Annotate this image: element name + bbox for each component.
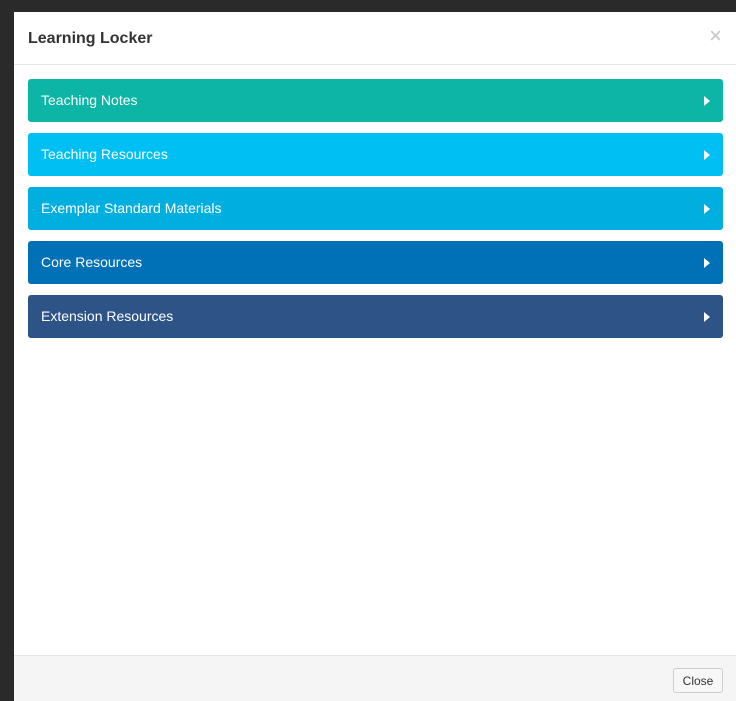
resource-item-teaching-notes[interactable]: Teaching Notes	[28, 79, 723, 122]
modal-header: Learning Locker ×	[14, 14, 736, 65]
resource-item-exemplar-standard-materials[interactable]: Exemplar Standard Materials	[28, 187, 723, 230]
resource-item-extension-resources[interactable]: Extension Resources	[28, 295, 723, 338]
caret-right-icon	[704, 150, 710, 160]
backdrop-top-edge	[0, 0, 736, 12]
modal-footer: Close	[14, 655, 736, 701]
resource-item-core-resources[interactable]: Core Resources	[28, 241, 723, 284]
resource-item-label: Teaching Notes	[41, 92, 138, 108]
modal-body: Teaching Notes Teaching Resources Exempl…	[14, 65, 736, 655]
resource-item-label: Teaching Resources	[41, 146, 168, 162]
backdrop-left-edge	[0, 0, 14, 701]
modal-title: Learning Locker	[28, 30, 153, 47]
caret-right-icon	[704, 204, 710, 214]
caret-right-icon	[704, 312, 710, 322]
close-button[interactable]: Close	[673, 668, 723, 693]
resource-item-label: Extension Resources	[41, 308, 174, 324]
resource-item-label: Core Resources	[41, 254, 143, 270]
caret-right-icon	[704, 258, 710, 268]
learning-locker-modal: Learning Locker × Teaching Notes Teachin…	[14, 14, 736, 701]
resource-item-teaching-resources[interactable]: Teaching Resources	[28, 133, 723, 176]
resource-item-label: Exemplar Standard Materials	[41, 200, 222, 216]
caret-right-icon	[704, 96, 710, 106]
close-icon[interactable]: ×	[709, 24, 722, 48]
